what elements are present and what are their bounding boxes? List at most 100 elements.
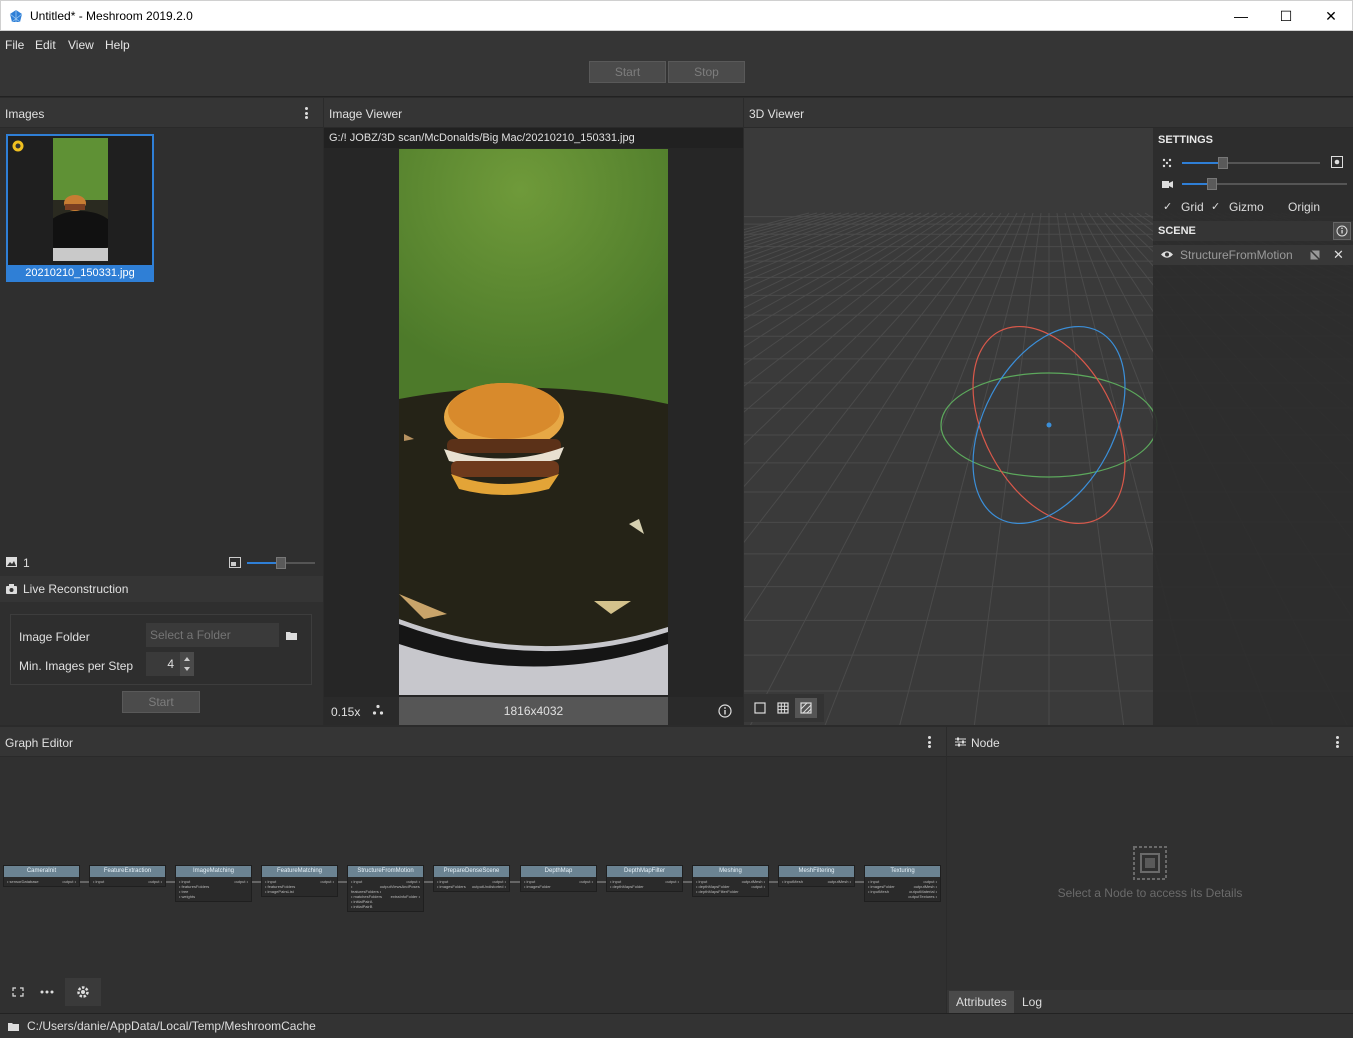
origin-checkbox[interactable]: Origin	[1270, 199, 1340, 215]
graph-node-ports: • input outputMesh • • depthMapsFolder outp…	[693, 877, 768, 896]
graph-node[interactable]: FeatureExtraction • input output •	[89, 865, 166, 887]
window-title: Untitled* - Meshroom 2019.2.0	[30, 9, 193, 23]
graph-node[interactable]: MeshFiltering • inputMesh outputMesh •	[778, 865, 855, 887]
stop-button[interactable]: Stop	[668, 61, 745, 83]
live-start-button[interactable]: Start	[122, 691, 200, 713]
graph-node-title: DepthMap	[521, 866, 596, 877]
sliders-icon	[955, 737, 966, 747]
graph-node[interactable]: CameraInit • sensorDatabase output •	[3, 865, 80, 887]
maximize-icon: ☐	[1279, 7, 1293, 24]
images-panel-header: Images	[0, 98, 323, 128]
graph-node-title: FeatureExtraction	[90, 866, 165, 877]
scene-info-icon[interactable]	[1333, 222, 1351, 240]
graph-node-ports: • input output • • depthMapsFolder	[607, 877, 682, 891]
graph-node[interactable]: DepthMapFilter • input output • • depthMaps…	[606, 865, 683, 892]
feature-points-icon[interactable]	[372, 704, 384, 716]
close-icon: ✕	[1325, 7, 1337, 24]
render-mode-bar	[744, 694, 824, 722]
viewer-image	[399, 149, 668, 695]
thumbnail-size-icon	[229, 557, 241, 568]
thumbnail-image	[53, 138, 108, 261]
tab-attributes[interactable]: Attributes	[949, 991, 1014, 1013]
maximize-button[interactable]: ☐	[1263, 1, 1309, 31]
solid-mode-button[interactable]	[749, 698, 771, 718]
graph-node[interactable]: Meshing • input outputMesh • • depthMapsFol…	[692, 865, 769, 897]
node-empty-message: Select a Node to access its Details	[1057, 886, 1243, 900]
graph-node[interactable]: PrepareDenseScene • input output • • images…	[433, 865, 510, 892]
thumbnail-size-slider[interactable]	[247, 557, 315, 569]
status-bar: C:/Users/danie/AppData/Local/Temp/Meshro…	[0, 1013, 1353, 1038]
select-node-icon	[1133, 846, 1167, 880]
graph-node-title: Meshing	[693, 866, 768, 877]
images-menu-icon[interactable]	[305, 107, 309, 119]
textured-mode-button[interactable]	[795, 698, 817, 718]
spinbox-arrows[interactable]	[180, 652, 194, 676]
image-resolution: 1816x4032	[503, 704, 564, 718]
graph-node[interactable]: DepthMap • input output • • imagesFolder	[520, 865, 597, 892]
graph-node[interactable]: Texturing • input output • • imagesFolder ou…	[864, 865, 941, 902]
3d-viewer-title: 3D Viewer	[749, 107, 805, 121]
menu-file[interactable]: File	[5, 38, 24, 52]
live-reconstruction-group: Image Folder Min. Images per Step 4	[10, 614, 312, 685]
graph-node-ports: • sensorDatabase output •	[4, 877, 79, 886]
image-folder-input[interactable]	[146, 623, 279, 647]
start-button[interactable]: Start	[589, 61, 666, 83]
graph-node[interactable]: ImageMatching • input output • • featuresFo…	[175, 865, 252, 902]
graph-node-ports: • input output • • imagesFolders outputUndi…	[434, 877, 509, 891]
thumbnail-frame	[8, 136, 152, 265]
camera-scale-icon	[1162, 181, 1173, 188]
live-reconstruction-header[interactable]: Live Reconstruction	[0, 576, 323, 602]
graph-node-ports: • input output • • imagesFolder outputMesh …	[865, 877, 940, 901]
images-footer: 1	[0, 553, 323, 573]
minimize-icon: —	[1234, 8, 1248, 24]
node-panel-title: Node	[971, 736, 1000, 750]
image-count: 1	[23, 556, 30, 570]
image-viewer-footer: 0.15x 1816x4032	[324, 697, 743, 725]
live-reconstruction-title: Live Reconstruction	[23, 582, 129, 596]
image-path-bar: G:/! JOBZ/3D scan/McDonalds/Big Mac/2021…	[324, 128, 743, 148]
scene-item-row[interactable]: StructureFromMotion ✕	[1153, 245, 1353, 265]
camera-icon	[6, 584, 17, 594]
visibility-eye-icon[interactable]	[1161, 250, 1173, 259]
graph-node-title: MeshFiltering	[779, 866, 854, 877]
wireframe-mode-button[interactable]	[772, 698, 794, 718]
node-panel-header: Node	[947, 727, 1353, 757]
camera-scale-slider[interactable]	[1182, 178, 1347, 190]
folder-icon[interactable]	[286, 631, 297, 640]
menu-edit[interactable]: Edit	[35, 38, 56, 52]
scene-header: SCENE	[1153, 221, 1353, 241]
menu-view[interactable]: View	[68, 38, 94, 52]
media-library-icon[interactable]	[1310, 250, 1320, 260]
image-path: G:/! JOBZ/3D scan/McDonalds/Big Mac/2021…	[329, 132, 635, 144]
grid-check-icon: ✓	[1163, 201, 1173, 213]
toolbar: Start Stop	[0, 57, 1353, 97]
scene-item-label: StructureFromMotion	[1180, 248, 1293, 262]
min-images-spinbox[interactable]: 4	[146, 652, 194, 676]
gizmo-label: Gizmo	[1229, 200, 1264, 214]
node-panel: Node Select a Node to access its Details	[947, 727, 1353, 1013]
images-panel-title: Images	[5, 107, 45, 121]
fit-view-icon[interactable]	[1331, 156, 1343, 168]
meshroom-app-icon	[9, 10, 23, 23]
menu-help[interactable]: Help	[105, 38, 130, 52]
graph-node-title: Texturing	[865, 866, 940, 877]
image-viewer-panel: Image Viewer G:/! JOBZ/3D scan/McDonalds…	[324, 98, 743, 725]
images-panel: Images 20210210_150331.jpg 1 Live Recons…	[0, 98, 323, 725]
image-thumbnail[interactable]: 20210210_150331.jpg	[6, 134, 154, 282]
point-size-slider[interactable]	[1182, 157, 1320, 169]
node-menu-icon[interactable]	[1336, 736, 1340, 748]
3d-viewer-header: 3D Viewer	[744, 98, 1353, 128]
graph-node-title: DepthMapFilter	[607, 866, 682, 877]
graph-node-title: ImageMatching	[176, 866, 251, 877]
settings-sidebar: SETTINGS ✓ Grid ✓ Gizmo Origin SCENE Struc…	[1153, 128, 1353, 725]
origin-label: Origin	[1288, 200, 1321, 214]
graph-node[interactable]: StructureFromMotion • input output • • feat…	[347, 865, 424, 912]
graph-node-title: StructureFromMotion	[348, 866, 423, 877]
info-icon[interactable]	[718, 704, 732, 718]
tab-log[interactable]: Log	[1015, 991, 1050, 1013]
close-button[interactable]: ✕	[1308, 1, 1353, 31]
minimize-button[interactable]: —	[1218, 1, 1264, 31]
zoom-level: 0.15x	[331, 705, 361, 719]
remove-scene-item-icon[interactable]: ✕	[1333, 247, 1344, 263]
graph-node[interactable]: FeatureMatching • input output • • features…	[261, 865, 338, 897]
